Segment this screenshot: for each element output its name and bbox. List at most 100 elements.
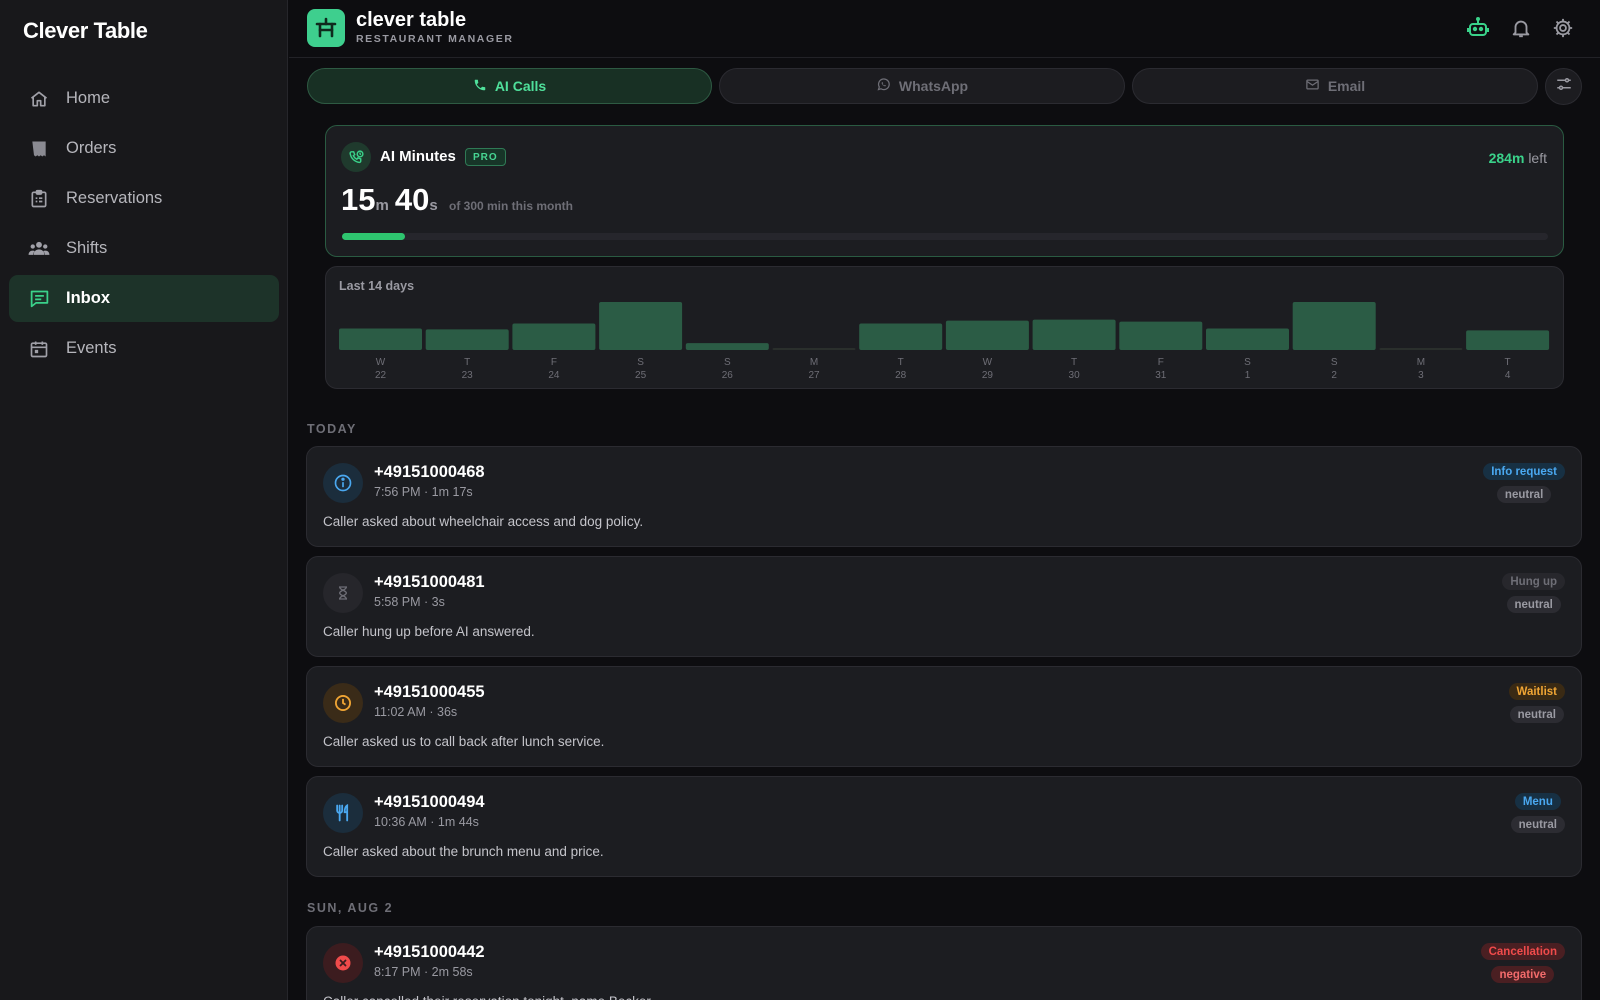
hourglass-icon <box>323 573 363 613</box>
chart-bar <box>859 323 943 350</box>
chart-date-label: 28 <box>895 370 907 381</box>
sidebar-item-label: Home <box>66 89 111 107</box>
usage-bar-chart: W 22 T 23 F 24 S 25 S 26 M 27 T 28 W 29 T 30 F 31 S 1 S 2 M 3 T 4 <box>339 301 1550 381</box>
sidebar-item-orders[interactable]: Orders <box>9 125 279 172</box>
minutes-unit: m <box>375 197 389 214</box>
sidebar-item-home[interactable]: Home <box>9 75 279 122</box>
call-meta: 7:56 PM · 1m 17s <box>374 485 473 499</box>
call-badges: Waitlist neutral <box>1508 683 1565 723</box>
sidebar-item-events[interactable]: Events <box>9 325 279 372</box>
filter-button[interactable] <box>1545 68 1582 105</box>
receipt-icon <box>28 138 50 160</box>
bell-icon[interactable] <box>1508 15 1534 41</box>
whatsapp-icon <box>876 77 891 95</box>
app-logo-icon <box>307 9 345 47</box>
app-subtitle: RESTAURANT MANAGER <box>356 33 514 45</box>
section-sun-aug-2: SUN, AUG 2 <box>307 901 394 915</box>
call-badges: Info request neutral <box>1483 463 1565 503</box>
tab-label: WhatsApp <box>898 78 969 94</box>
tab-ai-calls[interactable]: AI Calls <box>307 68 712 104</box>
minutes-used-sec: 40 <box>394 182 430 217</box>
call-badges: Hung up neutral <box>1502 573 1565 613</box>
minutes-progress-track <box>342 233 1548 240</box>
chart-date-label: 22 <box>375 370 387 381</box>
minutes-left: 284m left <box>1489 150 1547 166</box>
usage-chart-card: Last 14 days W 22 T 23 F 24 S 25 S 26 M 27 T 28 W 29 T 30… <box>325 266 1564 389</box>
sentiment-badge: neutral <box>1506 596 1561 613</box>
chart-date-label: 29 <box>982 370 994 381</box>
chart-bar <box>945 320 1029 350</box>
chart-date-label: 26 <box>722 370 734 381</box>
call-meta: 10:36 AM · 1m 44s <box>374 815 479 829</box>
clipboard-icon <box>28 188 50 210</box>
minutes-used: 15m 40s <box>341 182 444 218</box>
tab-label: Email <box>1327 78 1366 94</box>
x-circle-icon <box>323 943 363 983</box>
people-icon <box>28 238 50 260</box>
chart-bar <box>599 301 683 350</box>
chart-date-label: 3 <box>1418 370 1424 381</box>
chart-day-label: S <box>1244 357 1251 368</box>
home-icon <box>28 88 50 110</box>
sentiment-badge: negative <box>1491 966 1555 983</box>
sentiment-badge: neutral <box>1509 706 1564 723</box>
brand-title: Clever Table <box>23 18 148 43</box>
chart-day-label: T <box>898 357 904 368</box>
call-phone: +49151000455 <box>374 683 485 701</box>
chart-day-label: T <box>1071 357 1077 368</box>
tab-whatsapp[interactable]: WhatsApp <box>719 68 1125 104</box>
sentiment-badge: neutral <box>1510 816 1565 833</box>
pro-badge: PRO <box>465 148 506 166</box>
call-tag-badge: Waitlist <box>1508 683 1565 700</box>
chart-bar <box>1466 330 1550 350</box>
phone-clock-icon <box>341 142 371 172</box>
tab-label: AI Calls <box>494 78 547 94</box>
gear-icon[interactable] <box>1550 15 1576 41</box>
chart-bar <box>339 328 422 350</box>
tab-email[interactable]: Email <box>1132 68 1538 104</box>
sidebar-item-inbox[interactable]: Inbox <box>9 275 279 322</box>
info-icon <box>323 463 363 503</box>
chart-date-label: 31 <box>1155 370 1167 381</box>
app-name: clever table <box>356 9 467 31</box>
ai-minutes-title: AI Minutes <box>380 148 456 165</box>
chart-bar <box>1379 348 1463 350</box>
minutes-subtitle: of 300 min this month <box>449 199 574 213</box>
sidebar-item-shifts[interactable]: Shifts <box>9 225 279 272</box>
chart-bar <box>425 329 509 350</box>
minutes-left-suffix: left <box>1528 150 1547 166</box>
call-summary: Caller asked about wheelchair access and… <box>323 514 644 529</box>
minutes-progress-fill <box>342 233 405 240</box>
sidebar-item-label: Orders <box>66 139 117 157</box>
chart-bar <box>1119 321 1203 350</box>
chart-bar <box>512 323 596 350</box>
chart-date-label: 2 <box>1331 370 1337 381</box>
call-card[interactable]: +49151000455 11:02 AM · 36s Caller asked… <box>306 666 1582 767</box>
call-card[interactable]: +49151000468 7:56 PM · 1m 17s Caller ask… <box>306 446 1582 547</box>
utensils-icon <box>323 793 363 833</box>
call-phone: +49151000494 <box>374 793 485 811</box>
call-card[interactable]: +49151000481 5:58 PM · 3s Caller hung up… <box>306 556 1582 657</box>
call-card[interactable]: +49151000442 8:17 PM · 2m 58s Caller can… <box>306 926 1582 1000</box>
calendar-icon <box>28 338 50 360</box>
chart-day-label: F <box>551 357 557 368</box>
sidebar-item-reservations[interactable]: Reservations <box>9 175 279 222</box>
chart-day-label: F <box>1158 357 1164 368</box>
chart-date-label: 25 <box>635 370 647 381</box>
chart-day-label: S <box>724 357 731 368</box>
call-tag-badge: Cancellation <box>1480 943 1565 960</box>
sidebar-item-label: Reservations <box>66 189 163 207</box>
chart-bar <box>1292 301 1376 350</box>
robot-icon[interactable] <box>1465 15 1491 41</box>
chart-date-label: 24 <box>548 370 560 381</box>
chart-day-label: M <box>810 357 818 368</box>
call-meta: 11:02 AM · 36s <box>374 705 458 719</box>
chart-day-label: S <box>637 357 644 368</box>
sidebar: Clever Table Home Orders Reservations Sh… <box>0 0 288 1000</box>
chart-day-label: S <box>1331 357 1338 368</box>
call-card[interactable]: +49151000494 10:36 AM · 1m 44s Caller as… <box>306 776 1582 877</box>
call-summary: Caller asked about the brunch menu and p… <box>323 844 604 859</box>
chat-icon <box>28 288 50 310</box>
call-tag-badge: Info request <box>1483 463 1565 480</box>
sidebar-item-label: Inbox <box>66 289 110 307</box>
